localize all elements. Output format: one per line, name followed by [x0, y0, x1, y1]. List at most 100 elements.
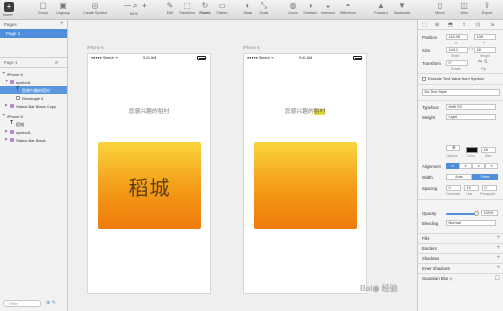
position-label: Position — [422, 35, 437, 40]
width-fixed-button[interactable]: Fixed — [472, 174, 498, 180]
layer-iphone6-1[interactable]: ▼ iPhone 6 — [0, 70, 67, 78]
status-bar: ●●●●● Sketch ᯤ 9:41 AM — [244, 56, 366, 61]
zoom-icon[interactable]: ⌕ — [133, 1, 137, 11]
insert-label: Insert — [3, 13, 13, 17]
layer-status-bar[interactable]: ▶ Status Bar Black — [0, 136, 67, 144]
mirror-button[interactable]: ▯ Mirror — [430, 1, 450, 19]
difference-button[interactable]: ◓ Difference — [336, 1, 360, 19]
artboard-iphone6-right[interactable]: ●●●●● Sketch ᯤ 9:41 AM 您感兴趣的稻村 — [243, 53, 367, 294]
artboard-title[interactable]: iPhone 6 — [243, 45, 260, 50]
rotate-field[interactable]: 0° — [446, 60, 468, 66]
artboard-title[interactable]: iPhone 6 — [87, 45, 104, 50]
card-title[interactable]: 稻城 — [98, 172, 201, 201]
add-border-icon[interactable]: + — [496, 245, 500, 251]
layer-headline-text[interactable]: T 您感兴趣的稻村 — [0, 86, 67, 94]
pages-heading: Pages — [4, 22, 17, 27]
borders-section[interactable]: Borders + — [418, 243, 503, 252]
headline-text[interactable]: 您感兴趣的稻村 — [244, 106, 366, 115]
disclosure-icon[interactable]: ▼ — [5, 79, 9, 83]
zoom-in-button[interactable]: + — [142, 1, 147, 10]
layer-daocheng-text[interactable]: T 稻城 — [0, 120, 67, 128]
forward-button[interactable]: ▲ Forward — [370, 1, 392, 19]
layers-options-icon[interactable]: ⊟ — [55, 60, 58, 65]
edit-icon: ✎ — [166, 1, 174, 10]
layer-symbol1-2[interactable]: ▶ symbol1 — [0, 128, 67, 136]
insert-button[interactable]: + — [4, 2, 14, 12]
fills-section[interactable]: Fills + — [418, 233, 503, 242]
ungroup-button[interactable]: ▣ Ungroup — [50, 1, 76, 19]
folder-icon — [10, 138, 14, 142]
height-field[interactable]: 18 — [474, 47, 496, 53]
align-left-icon[interactable]: ⬚ — [422, 22, 427, 28]
add-fill-icon[interactable]: + — [496, 235, 500, 241]
font-size-field[interactable]: 18 — [481, 147, 496, 153]
backward-button[interactable]: ▼ Backward — [390, 1, 414, 19]
view-button[interactable]: ◫ View — [454, 1, 474, 19]
opacity-slider[interactable] — [446, 213, 476, 215]
artboard-iphone6-left[interactable]: ●●●●● Sketch ᯤ 9:41 AM 您感兴趣的稻村 稻城 — [87, 53, 211, 294]
paragraph-spacing-field[interactable]: 0 — [482, 185, 497, 191]
disclosure-icon[interactable]: ▶ — [5, 103, 8, 107]
align-text-justify[interactable]: ≡ — [485, 163, 498, 169]
canvas[interactable]: iPhone 6 ●●●●● Sketch ᯤ 9:41 AM 您感兴趣的稻村 … — [68, 20, 417, 311]
opacity-slider-handle[interactable] — [474, 211, 479, 216]
align-toolbar: ⬚ ⊞ ⬒ ⇧ ⊡ ⇲ — [418, 20, 503, 30]
filter-options-icon[interactable]: ⊕ ✎ — [46, 300, 56, 306]
disclosure-icon[interactable]: ▼ — [2, 113, 6, 117]
opacity-field[interactable]: 100% — [481, 210, 498, 216]
layer-rectangle-6[interactable]: Rectangle 6 — [0, 94, 67, 102]
create-symbol-button[interactable]: ◎ Create Symbol — [80, 1, 110, 19]
layer-status-bar-copy[interactable]: ▶ Status Bar Black Copy — [0, 102, 67, 110]
gaussian-blur-section[interactable]: Gaussian Blur ◇ ☐ — [418, 273, 503, 282]
align-text-center[interactable]: ≡ — [459, 163, 472, 169]
text-options-button[interactable]: ⚙ — [446, 145, 460, 151]
width-field[interactable]: 144.1 — [446, 47, 468, 53]
battery-icon — [197, 56, 206, 60]
align-top-icon[interactable]: ⇧ — [462, 22, 466, 28]
weight-select[interactable]: Light — [446, 114, 496, 120]
character-spacing-field[interactable]: 0 — [446, 185, 461, 191]
toggle-blur-icon[interactable]: ☐ — [495, 275, 500, 282]
disclosure-icon[interactable]: ▶ — [5, 137, 8, 141]
position-x-field[interactable]: 115.45 — [446, 34, 468, 40]
export-button[interactable]: ⇪ Export — [476, 1, 498, 19]
gradient-card[interactable]: 稻城 — [98, 142, 201, 229]
headline-text[interactable]: 您感兴趣的稻村 — [88, 106, 210, 115]
scale-icon: ⤡ — [260, 1, 268, 10]
text-style-select[interactable]: No Text Style — [422, 89, 500, 96]
view-icon: ◫ — [460, 1, 468, 10]
layer-symbol1[interactable]: ▼ symbol1 — [0, 78, 67, 86]
blending-select[interactable]: Normal — [446, 220, 496, 226]
align-bottom-icon[interactable]: ⇲ — [490, 22, 494, 28]
flatten-button[interactable]: ▭ Flatten — [211, 1, 233, 19]
scale-button[interactable]: ⤡ Scale — [254, 1, 274, 19]
flip-icon[interactable]: ⇆ ⇅ — [478, 59, 488, 65]
exclude-text-label: Exclude Text Value from Symbol — [428, 76, 484, 81]
position-y-field[interactable]: 108 — [474, 34, 496, 40]
typeface-select[interactable]: Heiti SC — [446, 104, 496, 110]
exclude-text-checkbox[interactable] — [422, 77, 426, 81]
page-item-page-1[interactable]: Page 1 — [0, 29, 67, 38]
disclosure-icon[interactable]: ▶ — [5, 129, 8, 133]
zoom-out-button[interactable]: — — [124, 2, 131, 9]
shadows-section[interactable]: Shadows + — [418, 253, 503, 262]
add-page-icon[interactable]: + — [60, 21, 64, 27]
line-spacing-field[interactable]: 19 — [464, 185, 479, 191]
lock-icon[interactable]: ⊓ — [469, 46, 473, 52]
subtract-icon: ◑ — [307, 1, 313, 10]
align-center-icon[interactable]: ⊞ — [435, 22, 439, 28]
width-auto-button[interactable]: Auto — [446, 174, 472, 180]
disclosure-icon[interactable]: ▼ — [2, 71, 6, 75]
divider — [418, 100, 503, 101]
align-text-right[interactable]: ≡ — [472, 163, 485, 169]
add-inner-shadow-icon[interactable]: + — [496, 265, 500, 271]
align-text-left[interactable]: ≡ — [446, 163, 459, 169]
align-right-icon[interactable]: ⬒ — [448, 22, 453, 28]
gradient-card[interactable] — [254, 142, 357, 229]
layer-iphone6-2[interactable]: ▼ iPhone 6 — [0, 112, 67, 120]
filter-input[interactable]: Filter — [3, 300, 41, 307]
add-shadow-icon[interactable]: + — [496, 255, 500, 261]
text-color-swatch[interactable] — [466, 147, 478, 153]
align-middle-icon[interactable]: ⊡ — [476, 22, 480, 28]
inner-shadows-section[interactable]: Inner Shadows + — [418, 263, 503, 272]
